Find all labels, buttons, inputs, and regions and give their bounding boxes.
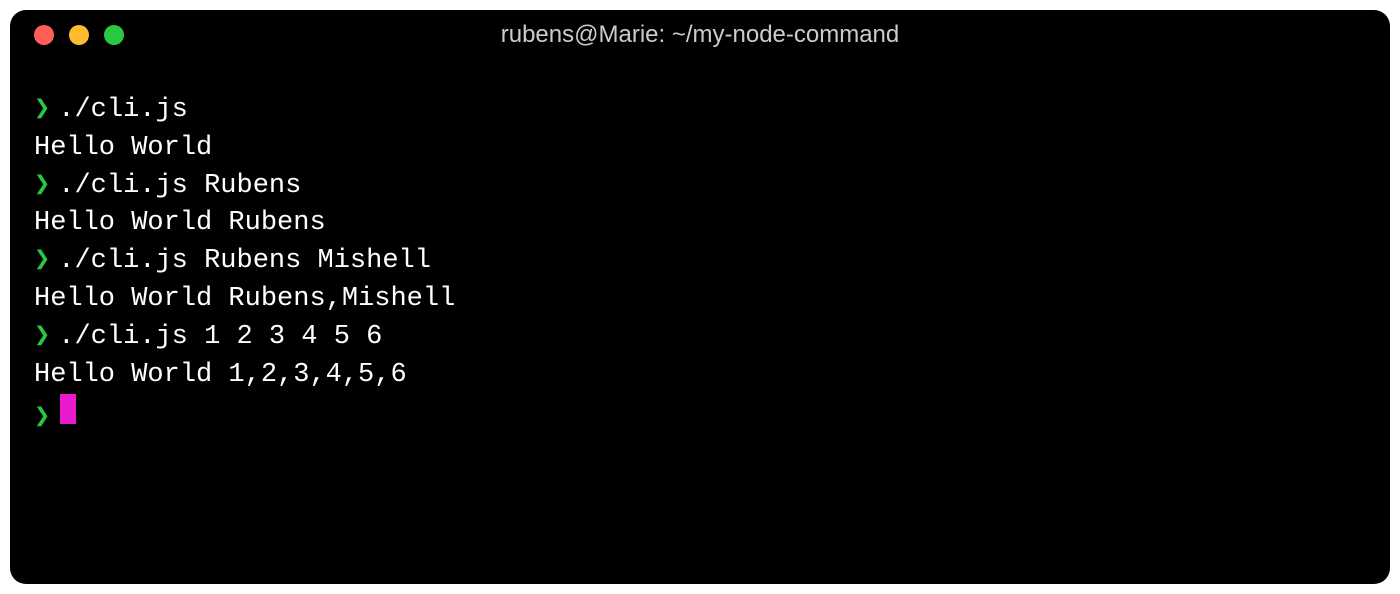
prompt-icon: ❯ [34,400,50,438]
output-text: Hello World [34,130,212,168]
cursor-icon [60,394,76,424]
output-text: Hello World 1,2,3,4,5,6 [34,357,407,395]
window-controls [34,25,124,45]
title-bar: rubens@Marie: ~/my-node-command [10,10,1390,60]
maximize-icon[interactable] [104,25,124,45]
minimize-icon[interactable] [69,25,89,45]
output-line: Hello World 1,2,3,4,5,6 [34,357,1366,395]
command-text: ./cli.js Rubens [58,168,301,206]
command-line: ❯ ./cli.js 1 2 3 4 5 6 [34,319,1366,357]
prompt-icon: ❯ [34,92,50,130]
output-text: Hello World Rubens [34,205,326,243]
output-line: Hello World [34,130,1366,168]
output-line: Hello World Rubens [34,205,1366,243]
command-line: ❯ ./cli.js [34,92,1366,130]
command-text: ./cli.js 1 2 3 4 5 6 [58,319,382,357]
prompt-icon: ❯ [34,319,50,357]
prompt-icon: ❯ [34,243,50,281]
output-text: Hello World Rubens,Mishell [34,281,455,319]
command-line: ❯ ./cli.js Rubens [34,168,1366,206]
terminal-body[interactable]: ❯ ./cli.js Hello World ❯ ./cli.js Rubens… [10,60,1390,462]
prompt-icon: ❯ [34,168,50,206]
active-prompt-line[interactable]: ❯ [34,394,1366,438]
command-text: ./cli.js [58,92,188,130]
close-icon[interactable] [34,25,54,45]
terminal-window: rubens@Marie: ~/my-node-command ❯ ./cli.… [10,10,1390,584]
command-text: ./cli.js Rubens Mishell [58,243,431,281]
command-line: ❯ ./cli.js Rubens Mishell [34,243,1366,281]
output-line: Hello World Rubens,Mishell [34,281,1366,319]
window-title: rubens@Marie: ~/my-node-command [501,21,900,49]
